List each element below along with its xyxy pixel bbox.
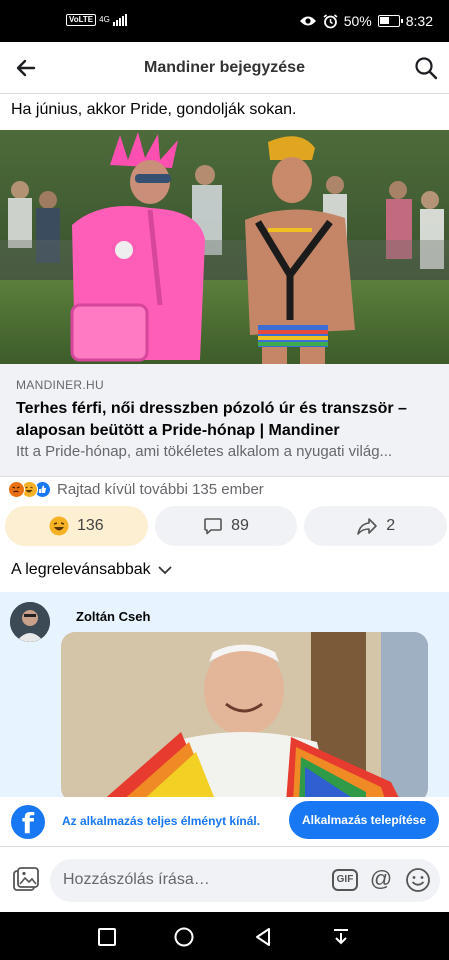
app-install-banner: f Az alkalmazás teljes élményt kínál. Al… — [0, 797, 449, 847]
eye-icon — [299, 16, 316, 26]
pride-crowd-photo — [0, 130, 449, 364]
clock: 8:32 — [405, 13, 433, 29]
haha-icon — [49, 516, 69, 536]
reaction-count: 136 — [76, 517, 104, 534]
link-preview-image[interactable] — [0, 130, 449, 364]
search-icon[interactable] — [413, 55, 439, 81]
photo-icon[interactable] — [12, 866, 40, 894]
link-preview[interactable]: MANDINER.HU Terhes férfi, női dresszben … — [0, 364, 449, 477]
sort-label: A legrelevánsabbak — [11, 561, 151, 578]
comment-input[interactable]: Hozzászólás írása… GIF @ — [50, 859, 440, 902]
system-nav-bar — [0, 912, 449, 960]
comment-count: 89 — [231, 517, 249, 534]
top-bar: Mandiner bejegyzése — [0, 42, 449, 94]
reaction-summary[interactable]: Rajtad kívül további 135 ember — [8, 481, 264, 498]
share-icon — [357, 518, 378, 535]
link-description: Itt a Pride-hónap, ami tökéletes alkalom… — [16, 443, 393, 460]
comment-placeholder: Hozzászólás írása… — [63, 871, 210, 888]
link-headline[interactable]: Terhes férfi, női dresszben pózoló úr és… — [16, 398, 436, 442]
alarm-icon — [323, 13, 338, 28]
signal-icon — [112, 14, 127, 26]
notification-pull-icon[interactable] — [330, 926, 352, 948]
angry-icon — [8, 481, 25, 498]
comment-icon — [204, 518, 222, 535]
comment-author[interactable]: Zoltán Cseh — [76, 609, 150, 624]
mention-icon[interactable]: @ — [368, 867, 394, 893]
volte-badge: VoLTE — [66, 14, 97, 26]
action-buttons: 136 89 2 — [5, 506, 448, 546]
battery-icon — [377, 15, 403, 27]
comment-button[interactable]: 89 — [154, 506, 298, 546]
comment-composer: Hozzászólás írása… GIF @ — [0, 849, 449, 912]
battery-percent: 50% — [343, 13, 372, 29]
comment-sort-dropdown[interactable]: A legrelevánsabbak — [11, 561, 173, 579]
status-left: VoLTE 4G — [66, 14, 127, 26]
reaction-summary-text: Rajtad kívül további 135 ember — [57, 481, 264, 498]
recent-apps-icon[interactable] — [96, 926, 118, 948]
status-bar: VoLTE 4G 50% 8:32 — [0, 0, 449, 42]
network-type: 4G — [99, 15, 110, 24]
gif-icon[interactable]: GIF — [332, 869, 358, 891]
status-right: 50% 8:32 — [299, 13, 433, 29]
link-domain: MANDINER.HU — [16, 378, 104, 392]
chevron-down-icon — [158, 566, 172, 575]
avatar[interactable] — [10, 602, 50, 642]
facebook-logo-icon: f — [11, 805, 45, 839]
comment: Zoltán Cseh — [0, 592, 449, 802]
post-text: Ha június, akkor Pride, gondolják sokan. — [11, 101, 297, 118]
reaction-button[interactable]: 136 — [5, 506, 148, 546]
emoji-icon[interactable] — [405, 867, 431, 893]
comment-image[interactable] — [61, 632, 428, 802]
page-title: Mandiner bejegyzése — [144, 59, 305, 76]
back-icon[interactable] — [252, 926, 274, 948]
share-count: 2 — [386, 517, 396, 534]
banner-text: Az alkalmazás teljes élményt kínál. — [62, 814, 261, 828]
pope-rainbow-flag-photo — [61, 632, 428, 802]
share-button[interactable]: 2 — [304, 506, 448, 546]
home-icon[interactable] — [173, 926, 195, 948]
install-app-button[interactable]: Alkalmazás telepítése — [289, 801, 439, 839]
